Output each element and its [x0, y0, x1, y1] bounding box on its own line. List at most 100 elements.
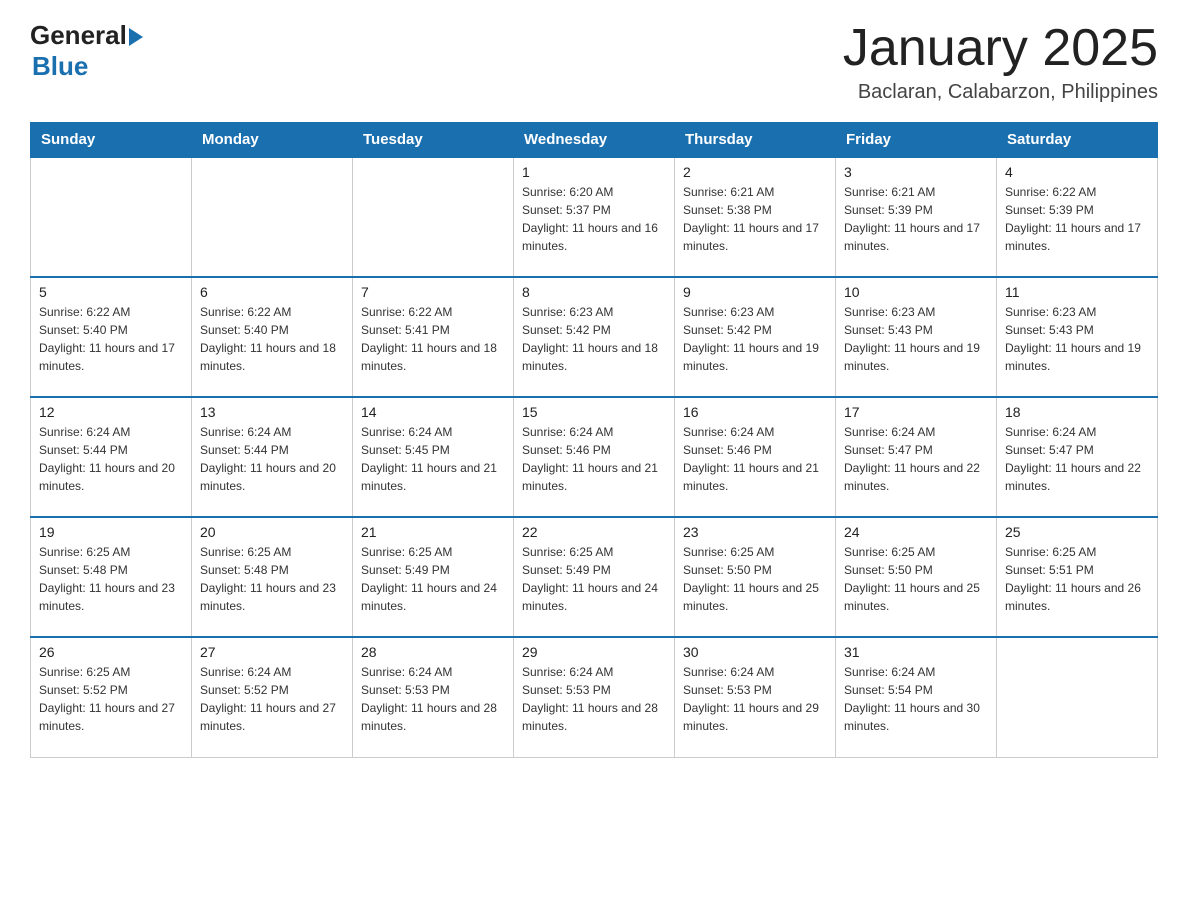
day-info: Sunrise: 6:24 AMSunset: 5:53 PMDaylight:…: [683, 663, 827, 735]
col-saturday: Saturday: [997, 123, 1158, 158]
table-row: 28 Sunrise: 6:24 AMSunset: 5:53 PMDayligh…: [353, 637, 514, 757]
table-row: 24 Sunrise: 6:25 AMSunset: 5:50 PMDayligh…: [836, 517, 997, 637]
day-number: 1: [522, 164, 666, 180]
table-row: 6Sunrise: 6:22 AMSunset: 5:40 PMDaylight…: [192, 277, 353, 397]
main-title: January 2025: [843, 20, 1158, 77]
day-info: Sunrise: 6:25 AMSunset: 5:48 PMDaylight:…: [200, 543, 344, 615]
day-info: Sunrise: 6:24 AMSunset: 5:46 PMDaylight:…: [683, 423, 827, 495]
col-thursday: Thursday: [675, 123, 836, 158]
col-tuesday: Tuesday: [353, 123, 514, 158]
day-info: Sunrise: 6:24 AMSunset: 5:46 PMDaylight:…: [522, 423, 666, 495]
table-row: 3Sunrise: 6:21 AMSunset: 5:39 PMDaylight…: [836, 157, 997, 277]
table-row: 15 Sunrise: 6:24 AMSunset: 5:46 PMDayligh…: [514, 397, 675, 517]
calendar-week-row: 26 Sunrise: 6:25 AMSunset: 5:52 PMDayligh…: [31, 637, 1158, 757]
table-row: 4Sunrise: 6:22 AMSunset: 5:39 PMDaylight…: [997, 157, 1158, 277]
day-info: Sunrise: 6:24 AMSunset: 5:44 PMDaylight:…: [200, 423, 344, 495]
day-info: Sunrise: 6:23 AMSunset: 5:43 PMDaylight:…: [844, 303, 988, 375]
logo-arrow-icon: [129, 28, 143, 46]
day-info: Sunrise: 6:24 AMSunset: 5:47 PMDaylight:…: [1005, 423, 1149, 495]
table-row: 19Sunrise: 6:25 AMSunset: 5:48 PMDayligh…: [31, 517, 192, 637]
table-row: 5Sunrise: 6:22 AMSunset: 5:40 PMDaylight…: [31, 277, 192, 397]
day-info: Sunrise: 6:22 AMSunset: 5:39 PMDaylight:…: [1005, 183, 1149, 255]
day-number: 22: [522, 524, 666, 540]
day-info: Sunrise: 6:21 AMSunset: 5:38 PMDaylight:…: [683, 183, 827, 255]
table-row: 10Sunrise: 6:23 AMSunset: 5:43 PMDayligh…: [836, 277, 997, 397]
day-number: 17: [844, 404, 988, 420]
table-row: 21Sunrise: 6:25 AMSunset: 5:49 PMDayligh…: [353, 517, 514, 637]
subtitle: Baclaran, Calabarzon, Philippines: [843, 81, 1158, 104]
day-info: Sunrise: 6:22 AMSunset: 5:41 PMDaylight:…: [361, 303, 505, 375]
calendar-week-row: 5Sunrise: 6:22 AMSunset: 5:40 PMDaylight…: [31, 277, 1158, 397]
day-number: 25: [1005, 524, 1149, 540]
day-number: 14: [361, 404, 505, 420]
col-monday: Monday: [192, 123, 353, 158]
table-row: 26 Sunrise: 6:25 AMSunset: 5:52 PMDayligh…: [31, 637, 192, 757]
day-number: 8: [522, 284, 666, 300]
table-row: 1 Sunrise: 6:20 AMSunset: 5:37 PMDaylight…: [514, 157, 675, 277]
table-row: 11Sunrise: 6:23 AMSunset: 5:43 PMDayligh…: [997, 277, 1158, 397]
col-wednesday: Wednesday: [514, 123, 675, 158]
day-info: Sunrise: 6:21 AMSunset: 5:39 PMDaylight:…: [844, 183, 988, 255]
table-row: 9 Sunrise: 6:23 AMSunset: 5:42 PMDaylight…: [675, 277, 836, 397]
day-info: Sunrise: 6:24 AMSunset: 5:52 PMDaylight:…: [200, 663, 344, 735]
day-number: 28: [361, 644, 505, 660]
logo-blue: Blue: [32, 51, 143, 82]
day-number: 7: [361, 284, 505, 300]
day-info: Sunrise: 6:24 AMSunset: 5:47 PMDaylight:…: [844, 423, 988, 495]
day-number: 27: [200, 644, 344, 660]
table-row: 31 Sunrise: 6:24 AMSunset: 5:54 PMDayligh…: [836, 637, 997, 757]
day-info: Sunrise: 6:25 AMSunset: 5:49 PMDaylight:…: [522, 543, 666, 615]
table-row: 8 Sunrise: 6:23 AMSunset: 5:42 PMDaylight…: [514, 277, 675, 397]
table-row: 25 Sunrise: 6:25 AMSunset: 5:51 PMDayligh…: [997, 517, 1158, 637]
day-number: 12: [39, 404, 183, 420]
calendar-week-row: 1 Sunrise: 6:20 AMSunset: 5:37 PMDaylight…: [31, 157, 1158, 277]
day-number: 26: [39, 644, 183, 660]
table-row: 20 Sunrise: 6:25 AMSunset: 5:48 PMDayligh…: [192, 517, 353, 637]
logo: General Blue: [30, 20, 143, 82]
day-info: Sunrise: 6:24 AMSunset: 5:53 PMDaylight:…: [361, 663, 505, 735]
day-number: 19: [39, 524, 183, 540]
table-row: 17 Sunrise: 6:24 AMSunset: 5:47 PMDayligh…: [836, 397, 997, 517]
table-row: 18Sunrise: 6:24 AMSunset: 5:47 PMDayligh…: [997, 397, 1158, 517]
day-number: 9: [683, 284, 827, 300]
day-info: Sunrise: 6:23 AMSunset: 5:42 PMDaylight:…: [683, 303, 827, 375]
day-number: 16: [683, 404, 827, 420]
day-info: Sunrise: 6:24 AMSunset: 5:45 PMDaylight:…: [361, 423, 505, 495]
day-info: Sunrise: 6:25 AMSunset: 5:51 PMDaylight:…: [1005, 543, 1149, 615]
day-info: Sunrise: 6:20 AMSunset: 5:37 PMDaylight:…: [522, 183, 666, 255]
day-number: 15: [522, 404, 666, 420]
day-number: 6: [200, 284, 344, 300]
calendar-table: Sunday Monday Tuesday Wednesday Thursday…: [30, 122, 1158, 758]
page-header: General Blue January 2025 Baclaran, Cala…: [30, 20, 1158, 104]
calendar-week-row: 19 Sunrise: 6:25 AMSunset: 5:48 PMDayligh…: [31, 517, 1158, 637]
table-row: [31, 157, 192, 277]
day-number: 24: [844, 524, 988, 540]
day-number: 21: [361, 524, 505, 540]
table-row: 13 Sunrise: 6:24 AMSunset: 5:44 PMDayligh…: [192, 397, 353, 517]
day-info: Sunrise: 6:25 AMSunset: 5:52 PMDaylight:…: [39, 663, 183, 735]
day-info: Sunrise: 6:25 AMSunset: 5:50 PMDaylight:…: [844, 543, 988, 615]
calendar-week-row: 12 Sunrise: 6:24 AMSunset: 5:44 PMDayligh…: [31, 397, 1158, 517]
day-number: 5: [39, 284, 183, 300]
calendar-header-row: Sunday Monday Tuesday Wednesday Thursday…: [31, 123, 1158, 158]
table-row: 12 Sunrise: 6:24 AMSunset: 5:44 PMDayligh…: [31, 397, 192, 517]
day-number: 11: [1005, 284, 1149, 300]
day-info: Sunrise: 6:24 AMSunset: 5:44 PMDaylight:…: [39, 423, 183, 495]
day-info: Sunrise: 6:24 AMSunset: 5:53 PMDaylight:…: [522, 663, 666, 735]
day-number: 29: [522, 644, 666, 660]
table-row: [192, 157, 353, 277]
day-number: 13: [200, 404, 344, 420]
table-row: 7 Sunrise: 6:22 AMSunset: 5:41 PMDaylight…: [353, 277, 514, 397]
table-row: 30 Sunrise: 6:24 AMSunset: 5:53 PMDayligh…: [675, 637, 836, 757]
day-number: 30: [683, 644, 827, 660]
day-info: Sunrise: 6:24 AMSunset: 5:54 PMDaylight:…: [844, 663, 988, 735]
table-row: 29 Sunrise: 6:24 AMSunset: 5:53 PMDayligh…: [514, 637, 675, 757]
title-block: January 2025 Baclaran, Calabarzon, Phili…: [843, 20, 1158, 104]
day-number: 20: [200, 524, 344, 540]
table-row: 14 Sunrise: 6:24 AMSunset: 5:45 PMDayligh…: [353, 397, 514, 517]
day-info: Sunrise: 6:23 AMSunset: 5:42 PMDaylight:…: [522, 303, 666, 375]
table-row: 27 Sunrise: 6:24 AMSunset: 5:52 PMDayligh…: [192, 637, 353, 757]
table-row: 23Sunrise: 6:25 AMSunset: 5:50 PMDayligh…: [675, 517, 836, 637]
day-number: 31: [844, 644, 988, 660]
col-sunday: Sunday: [31, 123, 192, 158]
